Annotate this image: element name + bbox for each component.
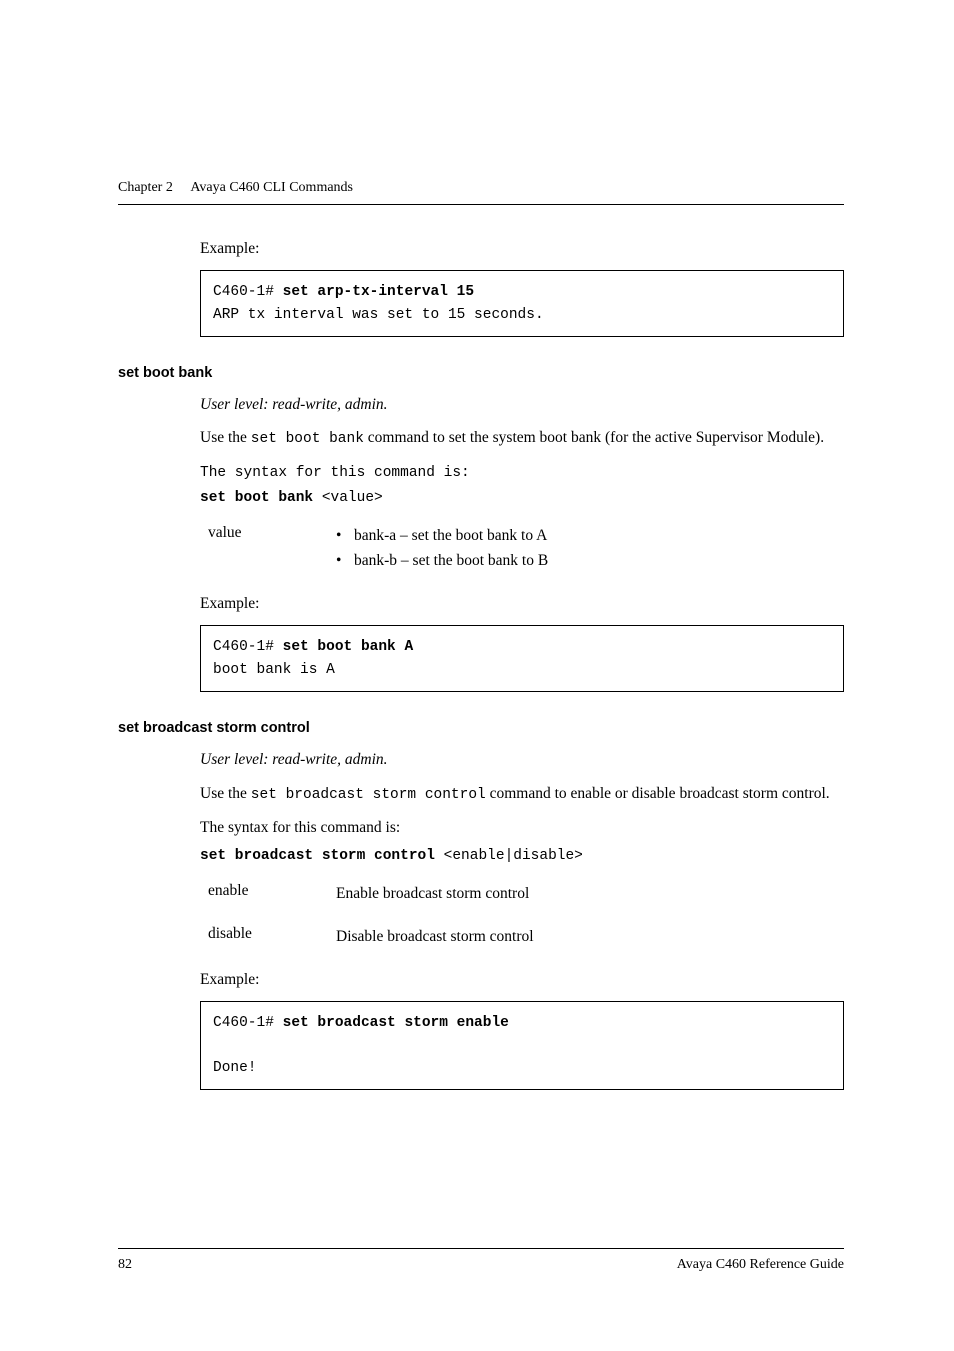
running-head: Chapter 2 Avaya C460 CLI Commands (118, 180, 844, 196)
syntax-bold: set broadcast storm control (200, 848, 435, 864)
head-rule (118, 204, 844, 205)
code-example-broadcast: C460-1# set broadcast storm enable Done! (200, 1001, 844, 1090)
section-set-boot-bank: set boot bank User level: read-write, ad… (200, 365, 844, 692)
section-set-broadcast-storm-control: set broadcast storm control User level: … (200, 720, 844, 1090)
user-level: User level: read-write, admin. (200, 748, 844, 771)
page: Chapter 2 Avaya C460 CLI Commands Exampl… (0, 0, 954, 1351)
param-name: value (208, 524, 336, 574)
bullet-1: •bank-a – set the boot bank to A (336, 524, 844, 549)
code-output: boot bank is A (213, 662, 335, 678)
code-output: Done! (213, 1060, 257, 1076)
desc-post: command to set the system boot bank (for… (364, 429, 824, 446)
param-desc: Enable broadcast storm control (336, 882, 844, 907)
page-number: 82 (118, 1257, 132, 1273)
syntax-arg: <enable|disable> (435, 848, 583, 864)
description: Use the set boot bank command to set the… (200, 426, 844, 451)
syntax-arg: <value> (313, 490, 383, 506)
desc-cmd: set boot bank (251, 431, 364, 447)
code-command: set arp-tx-interval 15 (283, 284, 474, 300)
param-row-disable: disable Disable broadcast storm control (208, 925, 844, 950)
description: Use the set broadcast storm control comm… (200, 782, 844, 807)
section-arp-continuation: Example: C460-1# set arp-tx-interval 15 … (200, 237, 844, 337)
bullet-text: bank-b – set the boot bank to B (354, 549, 548, 574)
example-label: Example: (200, 968, 844, 991)
param-row-enable: enable Enable broadcast storm control (208, 882, 844, 907)
code-example-arp: C460-1# set arp-tx-interval 15 ARP tx in… (200, 270, 844, 337)
footer-title: Avaya C460 Reference Guide (677, 1257, 844, 1273)
example-label: Example: (200, 592, 844, 615)
desc-pre: Use the (200, 429, 251, 446)
syntax-line: set broadcast storm control <enable|disa… (200, 844, 844, 869)
syntax-intro: The syntax for this command is: (200, 465, 470, 481)
chapter-label: Chapter 2 (118, 180, 173, 195)
code-prompt: C460-1# (213, 639, 283, 655)
param-row-value: value •bank-a – set the boot bank to A •… (208, 524, 844, 574)
syntax-block: The syntax for this command is: set boot… (200, 461, 844, 510)
code-output: ARP tx interval was set to 15 seconds. (213, 307, 544, 323)
param-desc: •bank-a – set the boot bank to A •bank-b… (336, 524, 844, 574)
chapter-title: Avaya C460 CLI Commands (190, 180, 353, 195)
desc-cmd: set broadcast storm control (251, 787, 486, 803)
desc-post: command to enable or disable broadcast s… (486, 785, 830, 802)
param-name: enable (208, 882, 336, 907)
param-name: disable (208, 925, 336, 950)
code-command: set broadcast storm enable (283, 1015, 509, 1031)
heading-set-broadcast-storm-control: set broadcast storm control (118, 720, 844, 736)
footer: 82 Avaya C460 Reference Guide (118, 1248, 844, 1273)
bullet-icon: • (336, 549, 354, 574)
heading-set-boot-bank: set boot bank (118, 365, 844, 381)
code-command: set boot bank A (283, 639, 414, 655)
example-label: Example: (200, 237, 844, 260)
bullet-text: bank-a – set the boot bank to A (354, 524, 547, 549)
code-prompt: C460-1# (213, 284, 283, 300)
bullet-2: •bank-b – set the boot bank to B (336, 549, 844, 574)
code-prompt: C460-1# (213, 1015, 283, 1031)
code-example-bootbank: C460-1# set boot bank A boot bank is A (200, 625, 844, 692)
user-level: User level: read-write, admin. (200, 393, 844, 416)
syntax-intro: The syntax for this command is: (200, 816, 844, 839)
syntax-bold: set boot bank (200, 490, 313, 506)
bullet-icon: • (336, 524, 354, 549)
param-desc: Disable broadcast storm control (336, 925, 844, 950)
desc-pre: Use the (200, 785, 251, 802)
